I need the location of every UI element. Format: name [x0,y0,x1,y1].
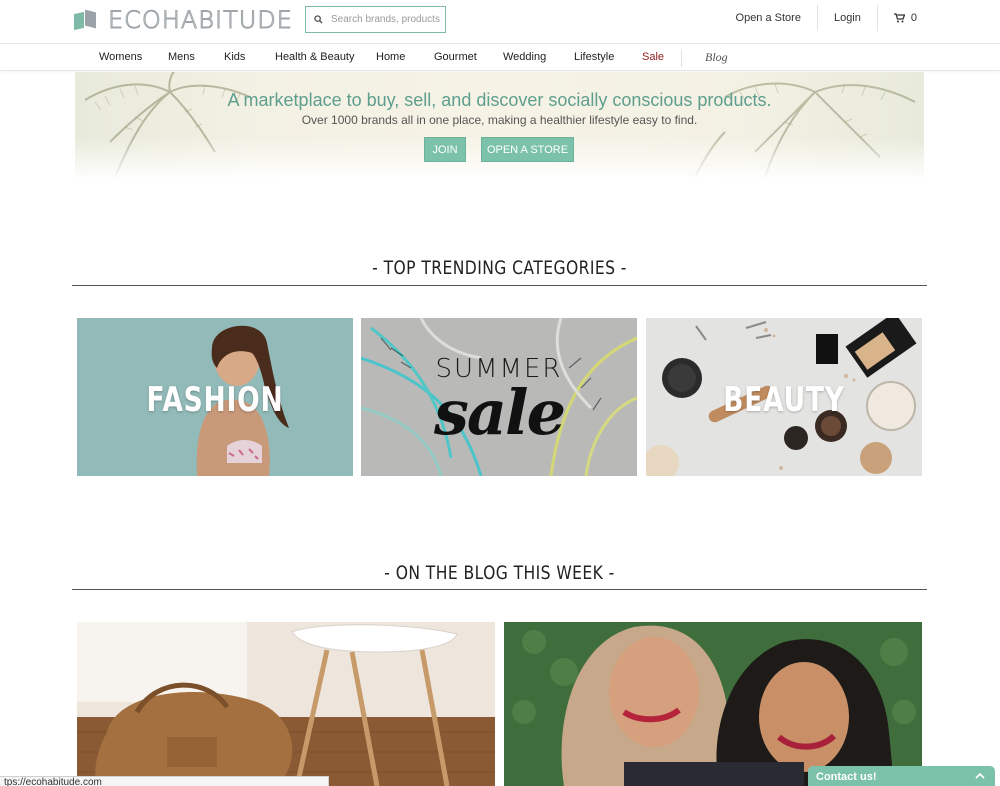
nav-item-home[interactable]: Home [376,51,405,63]
contact-label: Contact us! [816,771,877,783]
logo-text: ECOHABITUDE [108,6,293,35]
contact-us-widget[interactable]: Contact us! [808,766,995,786]
nav-item-gourmet[interactable]: Gourmet [434,51,477,63]
nav-item-mens[interactable]: Mens [168,51,195,63]
nav-item-wedding[interactable]: Wedding [503,51,546,63]
divider [681,49,682,67]
category-tile-summer-sale[interactable]: SUMMER sale [361,318,637,476]
section-divider [72,589,927,590]
join-button[interactable]: JOIN [424,137,466,162]
header-links: Open a Store Login 0 [720,0,1000,36]
hero-subtitle: Over 1000 brands all in one place, makin… [301,113,698,127]
section-divider [72,285,927,286]
hero-title: A marketplace to buy, sell, and discover… [227,90,772,110]
logo-mark-icon [74,9,98,31]
blog-section-title: - ON THE BLOG THIS WEEK - [384,562,615,584]
nav-item-health-beauty[interactable]: Health & Beauty [275,51,355,63]
beauty-label: BEAUTY [723,380,845,420]
search-icon [314,15,323,24]
status-bar-url: tps://ecohabitude.com [0,776,329,786]
nav-item-kids[interactable]: Kids [224,51,245,63]
cart-button[interactable]: 0 [878,5,1000,31]
hero-banner: A marketplace to buy, sell, and discover… [75,72,924,177]
nav-item-womens[interactable]: Womens [99,51,142,63]
login-link[interactable]: Login [818,5,877,31]
chevron-up-icon [975,772,985,779]
nav-item-blog[interactable]: Blog [705,50,728,65]
cart-count: 0 [910,12,917,24]
two-women-image [504,622,922,786]
category-tile-fashion[interactable]: FASHION [77,318,353,476]
bag-chair-image [77,622,495,786]
fashion-label: FASHION [146,380,284,420]
open-store-button[interactable]: OPEN A STORE [481,137,574,162]
nav-item-lifestyle[interactable]: Lifestyle [574,51,614,63]
category-tile-beauty[interactable]: BEAUTY [646,318,922,476]
site-header: ECOHABITUDE Open a Store Login 0 [0,0,1000,44]
main-nav: Womens Mens Kids Health & Beauty Home Go… [0,44,1000,71]
logo[interactable]: ECOHABITUDE [74,6,293,35]
blog-post-image-bag[interactable] [77,622,495,786]
search-input[interactable] [331,14,441,25]
blog-post-image-friends[interactable] [504,622,922,786]
cart-icon [893,13,905,23]
sale-script-label: sale [433,376,566,449]
trending-title: - TOP TRENDING CATEGORIES - [372,257,627,279]
open-store-link[interactable]: Open a Store [720,5,817,31]
nav-item-sale[interactable]: Sale [642,51,664,63]
search-box[interactable] [305,6,446,33]
